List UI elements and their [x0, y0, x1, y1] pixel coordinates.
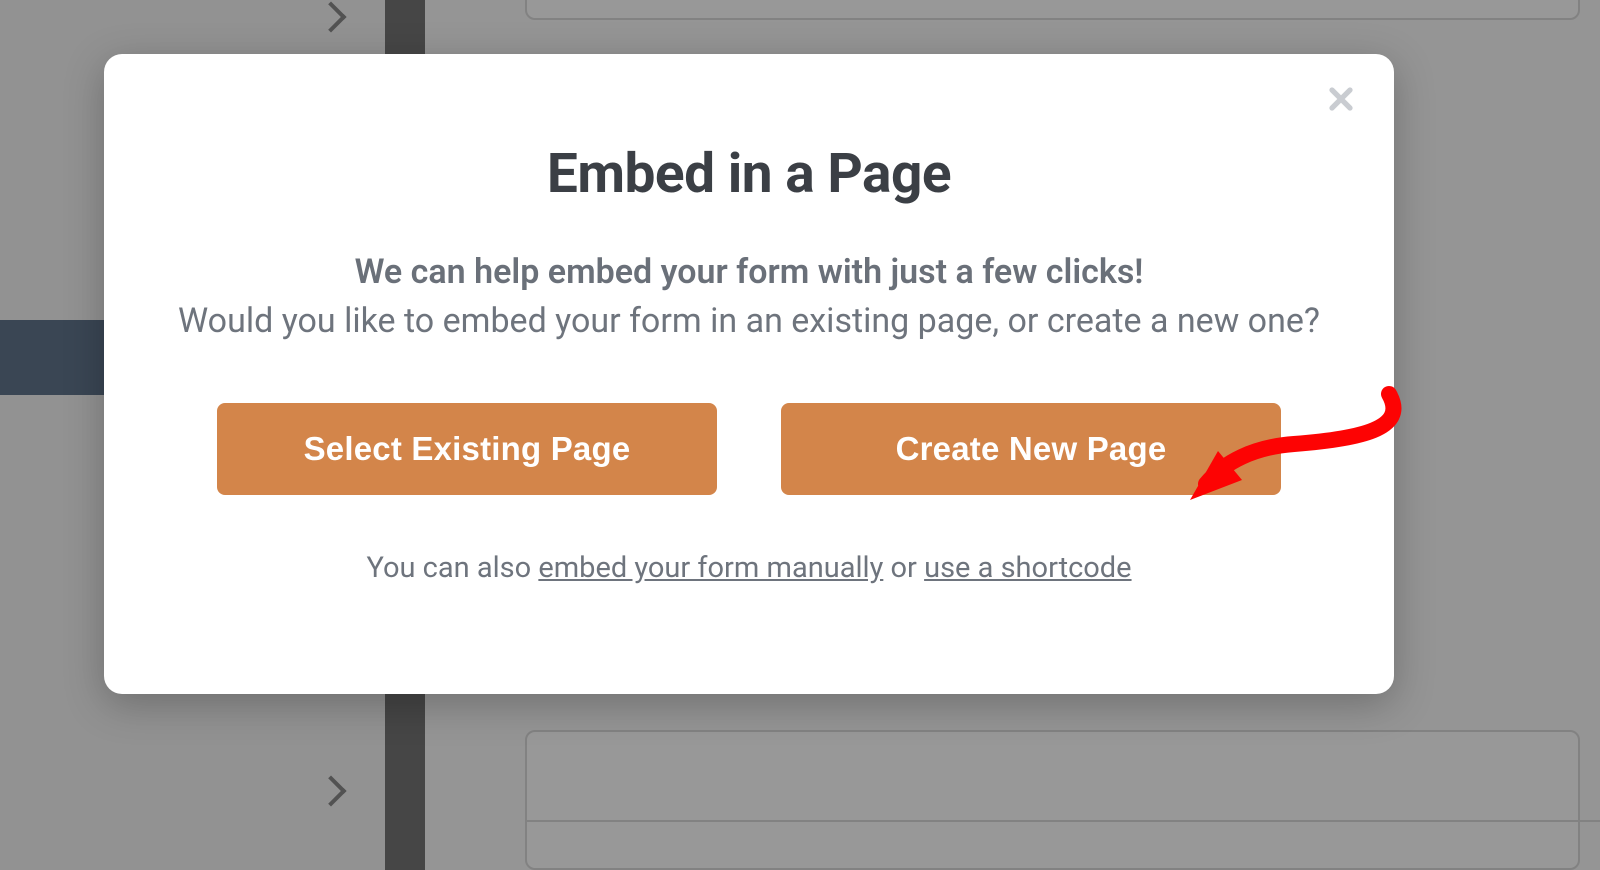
- modal-title: Embed in a Page: [174, 142, 1324, 206]
- footer-prefix: You can also: [366, 551, 538, 585]
- modal-footer: You can also embed your form manually or…: [174, 551, 1324, 585]
- modal-lead-strong: We can help embed your form with just a …: [355, 252, 1144, 292]
- create-new-page-button[interactable]: Create New Page: [781, 403, 1281, 495]
- embed-modal: Embed in a Page We can help embed your f…: [104, 54, 1394, 694]
- modal-button-row: Select Existing Page Create New Page: [174, 403, 1324, 495]
- embed-manually-link[interactable]: embed your form manually: [538, 551, 883, 585]
- use-shortcode-link[interactable]: use a shortcode: [924, 551, 1131, 585]
- modal-lead: We can help embed your form with just a …: [174, 248, 1324, 347]
- modal-lead-question: Would you like to embed your form in an …: [178, 301, 1320, 341]
- select-existing-page-button[interactable]: Select Existing Page: [217, 403, 717, 495]
- close-icon: [1326, 84, 1356, 118]
- footer-mid: or: [883, 551, 924, 585]
- close-button[interactable]: [1322, 82, 1360, 120]
